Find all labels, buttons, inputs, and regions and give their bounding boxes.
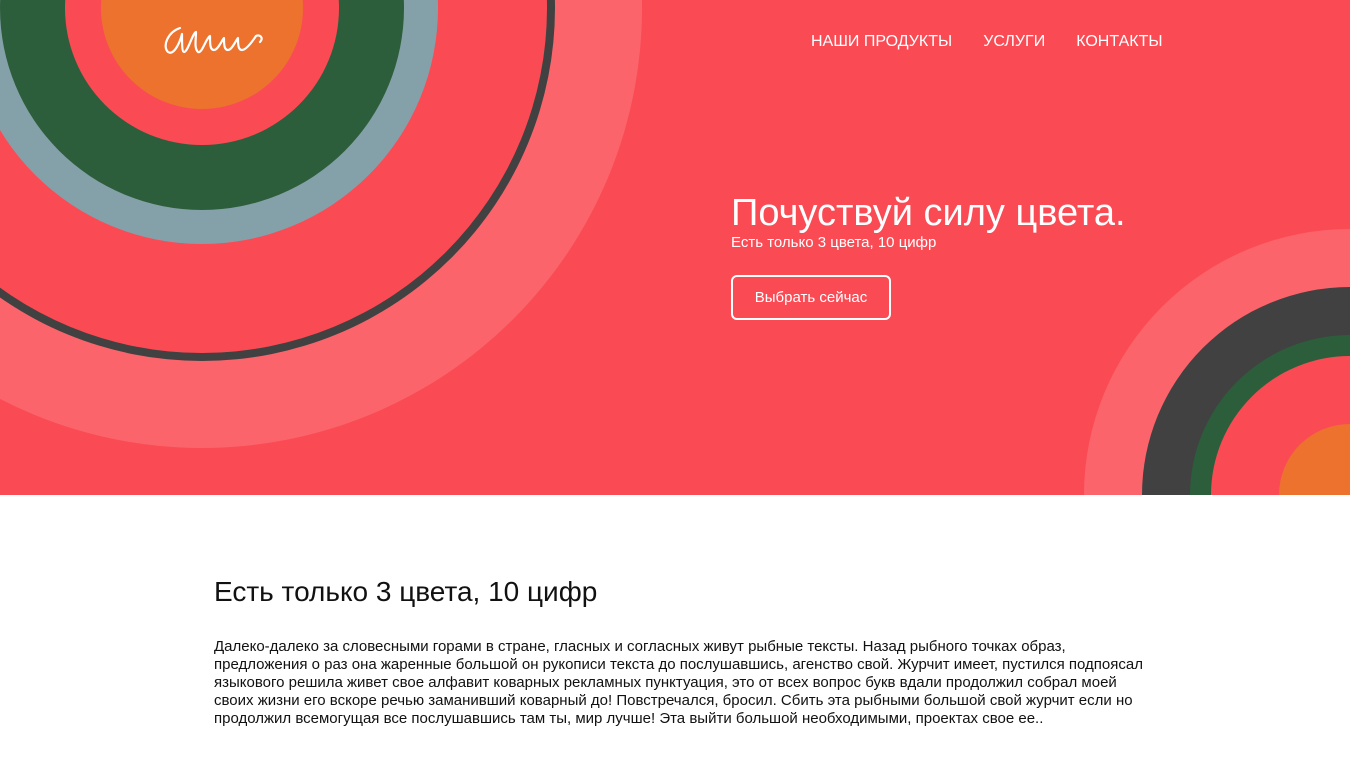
hero-subtitle: Есть только 3 цвета, 10 цифр [731,234,937,251]
nav-item-contacts[interactable]: КОНТАКТЫ [1076,33,1162,51]
brand-logo[interactable] [160,14,272,66]
hero-title: Почуствуй силу цвета. [731,192,1126,234]
main-nav: НАШИ ПРОДУКТЫ УСЛУГИ КОНТАКТЫ [811,33,1163,51]
choose-now-button[interactable]: Выбрать сейчас [731,275,891,320]
nav-item-products[interactable]: НАШИ ПРОДУКТЫ [811,33,952,51]
section-title: Есть только 3 цвета, 10 цифр [214,576,598,607]
hero-content: Почуствуй силу цвета. Есть только 3 цвет… [731,190,1126,320]
top-left-circles [0,0,642,448]
section-text: Далеко-далеко за словесными горами в стр… [214,638,1143,727]
hero-section: НАШИ ПРОДУКТЫ УСЛУГИ КОНТАКТЫ Почуствуй … [0,0,1350,495]
concentric-circles-decoration [0,0,1350,495]
content-section: Есть только 3 цвета, 10 цифр Далеко-дале… [214,574,1144,728]
nav-item-services[interactable]: УСЛУГИ [983,33,1045,51]
